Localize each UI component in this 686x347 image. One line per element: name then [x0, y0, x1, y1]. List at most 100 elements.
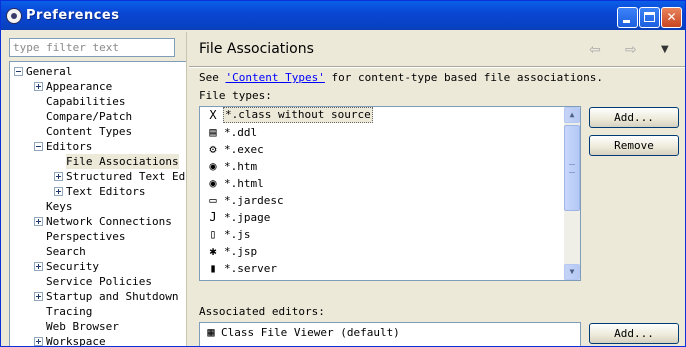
expand-icon[interactable]: [34, 82, 43, 91]
file-type-item[interactable]: ✱ *.jsp: [203, 244, 563, 260]
file-type-item[interactable]: J *.jpage: [203, 210, 563, 226]
minimize-icon: [623, 20, 630, 23]
remove-file-type-button[interactable]: Remove: [589, 135, 679, 156]
preference-tree[interactable]: General Appearance Capabilities Compare/Pat…: [9, 61, 186, 347]
tree-item[interactable]: Search: [10, 244, 186, 259]
view-menu-icon[interactable]: ▼: [661, 44, 669, 55]
file-types-list[interactable]: ▮ *.server ✱ *.jsp ▯ *.js J *.jpage ▭ *.jardesc ◉ *…: [199, 106, 581, 281]
file-type-label: *.class without source: [223, 107, 373, 123]
tree-item[interactable]: Tracing: [10, 304, 186, 319]
tree-item[interactable]: Text Editors: [10, 184, 186, 199]
tree-item[interactable]: Security: [10, 259, 186, 274]
web-file-icon: ◉: [209, 159, 217, 173]
expand-icon[interactable]: [34, 337, 43, 346]
binary-file-icon: ▦: [207, 325, 215, 339]
web-file-icon: ◉: [209, 176, 217, 190]
title-bar[interactable]: Preferences ✕: [1, 1, 685, 30]
file-type-label: *.jardesc: [224, 194, 284, 207]
tree-item-label: Security: [46, 260, 99, 273]
tree-item[interactable]: General: [10, 64, 186, 79]
tree-item-label: Network Connections: [46, 215, 172, 228]
tree-item[interactable]: Perspectives: [10, 229, 186, 244]
file-type-item[interactable]: ▯ *.js: [203, 227, 563, 243]
expand-icon[interactable]: [34, 262, 43, 271]
tree-item[interactable]: Web Browser: [10, 319, 186, 334]
tree-item-label: Text Editors: [66, 185, 146, 198]
tree-item[interactable]: Compare/Patch: [10, 109, 186, 124]
jpage-file-icon: J: [209, 210, 217, 224]
tree-item-label: Structured Text Ed: [66, 170, 186, 183]
js-file-icon: ▯: [209, 227, 217, 241]
content-types-link[interactable]: 'Content Types': [226, 71, 325, 84]
tree-item[interactable]: Content Types: [10, 124, 186, 139]
add-editor-button[interactable]: Add...: [589, 323, 679, 344]
preferences-window: Preferences ✕ type filter text General Ap…: [0, 0, 686, 347]
file-types-scrollbar[interactable]: ▲ ▼: [564, 107, 580, 280]
tree-item-label: Workspace: [46, 335, 106, 347]
close-button[interactable]: ✕: [661, 7, 682, 28]
file-type-label: *.jsp: [224, 245, 258, 258]
add-file-type-button[interactable]: Add...: [589, 107, 679, 128]
ddl-file-icon: ▤: [209, 125, 217, 139]
tree-item[interactable]: Startup and Shutdown: [10, 289, 186, 304]
tree-item[interactable]: Capabilities: [10, 94, 186, 109]
minimize-button[interactable]: [617, 7, 638, 28]
file-type-label: *.jpage: [224, 211, 271, 224]
tree-item-label: Tracing: [46, 305, 93, 318]
scroll-up-icon[interactable]: ▲: [564, 107, 580, 123]
tree-item[interactable]: Workspace: [10, 334, 186, 347]
tree-item[interactable]: Service Policies: [10, 274, 186, 289]
tree-item[interactable]: Appearance: [10, 79, 186, 94]
tree-item[interactable]: Network Connections: [10, 214, 186, 229]
tree-item[interactable]: File Associations: [10, 154, 186, 169]
class-file-icon: X: [209, 108, 217, 122]
file-type-label: *.ddl: [224, 126, 258, 139]
see-prefix: See: [199, 71, 226, 84]
back-arrow-icon[interactable]: ⇦: [589, 42, 601, 58]
file-type-item[interactable]: ▤ *.ddl: [203, 125, 563, 141]
tree-item-label: Startup and Shutdown: [46, 290, 179, 303]
expand-icon[interactable]: [34, 217, 43, 226]
file-type-item[interactable]: ▭ *.jardesc: [203, 193, 563, 209]
file-type-item[interactable]: ◉ *.htm: [203, 159, 563, 175]
remove-file-type-label: Remove: [614, 139, 654, 152]
collapse-icon[interactable]: [14, 67, 23, 76]
associated-editors-label: Associated editors:: [199, 305, 325, 318]
tree-item-label: Capabilities: [46, 95, 126, 108]
page-title: File Associations: [199, 41, 314, 57]
file-type-label: *.exec: [224, 143, 264, 156]
window-title: Preferences: [26, 8, 120, 23]
close-icon: ✕: [666, 10, 677, 24]
file-type-item[interactable]: X *.class without source: [203, 107, 563, 124]
tree-item-label: Content Types: [46, 125, 133, 138]
add-file-type-label: Add...: [614, 111, 654, 124]
file-type-item[interactable]: ◉ *.html: [203, 176, 563, 192]
tree-item-label: Service Policies: [46, 275, 152, 288]
file-type-label: *.server: [224, 262, 277, 275]
scroll-thumb[interactable]: [564, 125, 580, 211]
associated-editors-list[interactable]: ▦ Class File Viewer (default): [199, 322, 581, 346]
server-file-icon: ▮: [209, 261, 217, 275]
tree-item-label: Perspectives: [46, 230, 126, 243]
tree-item-label: General: [26, 65, 73, 78]
title-separator: [189, 66, 685, 68]
jar-file-icon: ▭: [209, 193, 217, 207]
collapse-icon[interactable]: [34, 142, 43, 151]
expand-icon[interactable]: [54, 172, 63, 181]
expand-icon[interactable]: [34, 292, 43, 301]
filter-input[interactable]: type filter text: [9, 38, 175, 57]
tree-item-label: Editors: [46, 140, 93, 153]
file-type-item[interactable]: ⚙ *.exec: [203, 142, 563, 158]
tree-item[interactable]: Keys: [10, 199, 186, 214]
scroll-down-icon[interactable]: ▼: [564, 264, 580, 280]
maximize-button[interactable]: [639, 7, 660, 28]
editor-label: Class File Viewer (default): [221, 326, 400, 339]
tree-item[interactable]: Editors: [10, 139, 186, 154]
forward-arrow-icon[interactable]: ⇨: [625, 42, 637, 58]
file-type-item[interactable]: ▮ *.server: [203, 261, 563, 277]
tree-item-label: Search: [46, 245, 86, 258]
preference-page: File Associations ⇦ ⇨ ▼ See 'Content Typ…: [189, 32, 685, 346]
tree-item[interactable]: Structured Text Ed: [10, 169, 186, 184]
expand-icon[interactable]: [54, 187, 63, 196]
content-types-note: See 'Content Types' for content-type bas…: [199, 71, 603, 84]
